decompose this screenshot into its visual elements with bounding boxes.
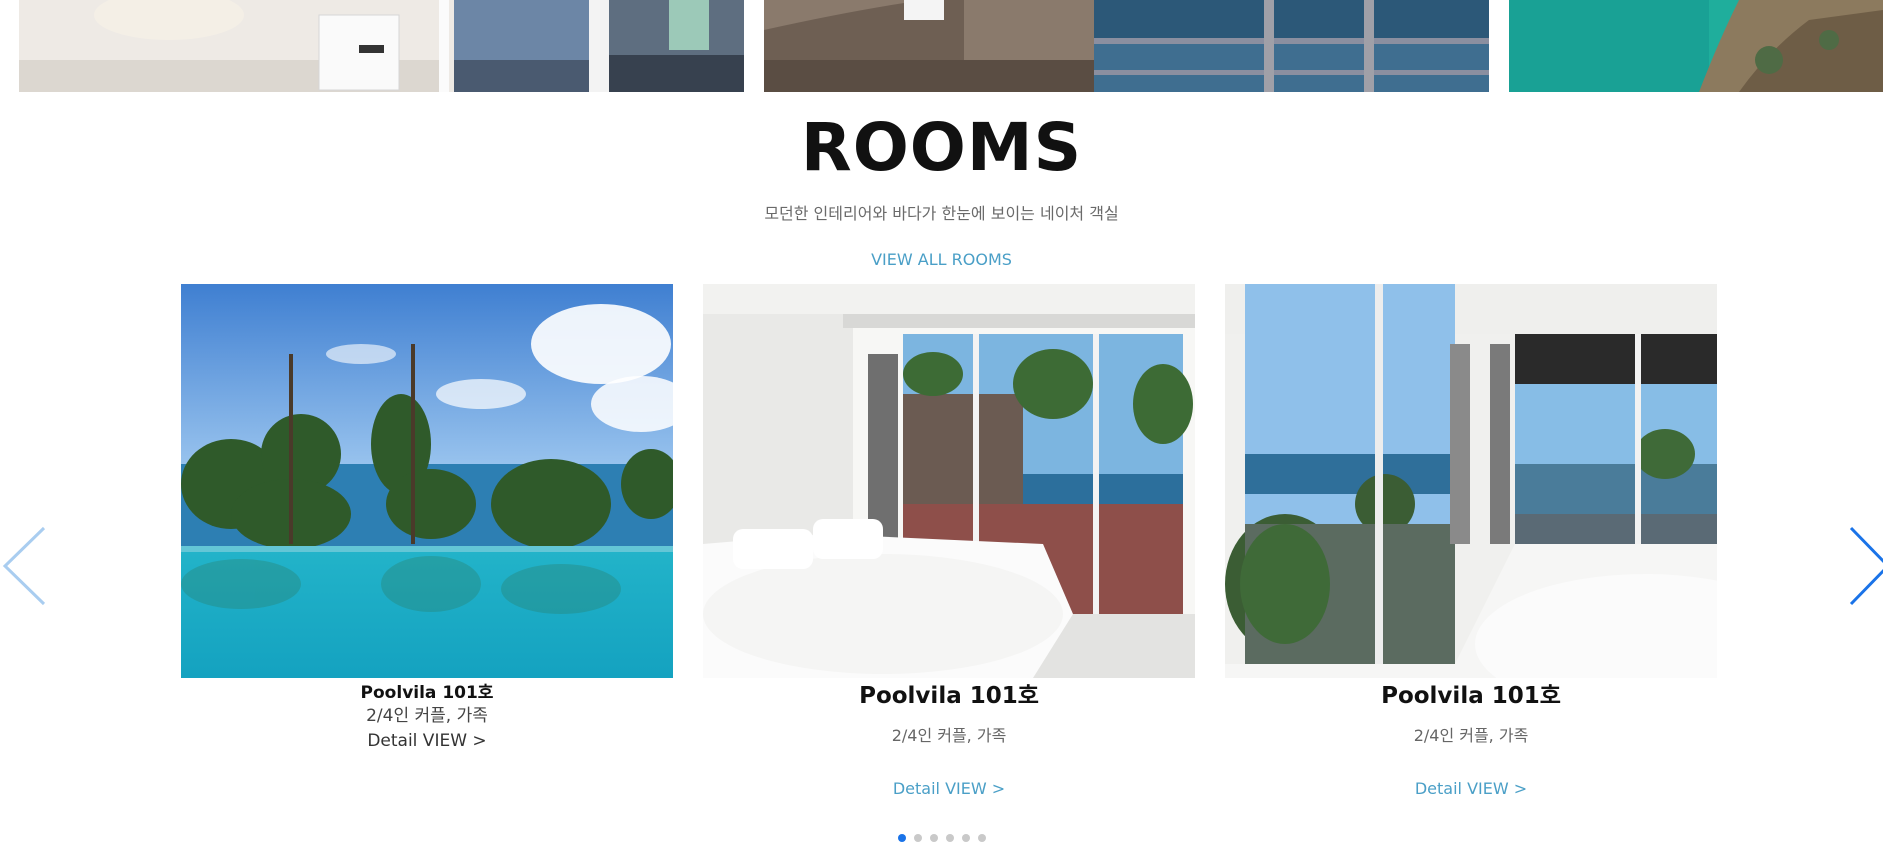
gallery-photo-interior[interactable] [19, 0, 744, 92]
room-photo-bedroom-terrace[interactable] [703, 284, 1195, 678]
room-name: Poolvila 101호 [1381, 683, 1561, 709]
carousel-pagination [0, 834, 1883, 842]
room-detail-link[interactable]: Detail VIEW > [1225, 777, 1717, 801]
chevron-left-icon [2, 526, 46, 606]
room-photo-pool[interactable] [181, 284, 673, 678]
room-name: Poolvila 101호 [360, 683, 494, 703]
room-detail-link[interactable]: Detail VIEW > [181, 728, 673, 754]
carousel-prev-button[interactable] [0, 524, 48, 608]
room-capacity: 2/4인 커플, 가족 [891, 726, 1007, 745]
gallery-photo-deck[interactable] [764, 0, 1489, 92]
pagination-dot[interactable] [897, 834, 906, 842]
view-all-rooms-link[interactable]: VIEW ALL ROOMS [871, 250, 1012, 269]
room-capacity: 2/4인 커플, 가족 [366, 706, 488, 726]
pagination-dot[interactable] [945, 834, 954, 842]
chevron-right-icon [1849, 526, 1883, 606]
rooms-subtitle: 모던한 인테리어와 바다가 한눈에 보이는 네이처 객실 [764, 204, 1119, 223]
gallery-photo-coast-aerial[interactable] [1509, 0, 1883, 92]
room-card: Poolvila 101호 2/4인 커플, 가족 Detail VIEW > [1225, 284, 1717, 801]
room-card: Poolvila 101호 2/4인 커플, 가족 Detail VIEW > [703, 284, 1195, 801]
carousel-next-button[interactable] [1845, 524, 1883, 608]
room-capacity: 2/4인 커플, 가족 [1413, 726, 1529, 745]
view-all-rooms-container: VIEW ALL ROOMS [0, 248, 1883, 272]
room-photo-panorama-room[interactable] [1225, 284, 1717, 678]
room-card: Poolvila 101호 2/4인 커플, 가족 Detail VIEW > [181, 284, 673, 754]
pagination-dot[interactable] [961, 834, 970, 842]
page: ROOMS 모던한 인테리어와 바다가 한눈에 보이는 네이처 객실 VIEW … [0, 0, 1883, 867]
room-detail-link[interactable]: Detail VIEW > [703, 777, 1195, 801]
pagination-dot[interactable] [977, 834, 986, 842]
pagination-dot[interactable] [929, 834, 938, 842]
room-name: Poolvila 101호 [859, 683, 1039, 709]
pagination-dot[interactable] [913, 834, 922, 842]
rooms-title: ROOMS [800, 109, 1083, 186]
gallery-strip [0, 0, 1883, 92]
